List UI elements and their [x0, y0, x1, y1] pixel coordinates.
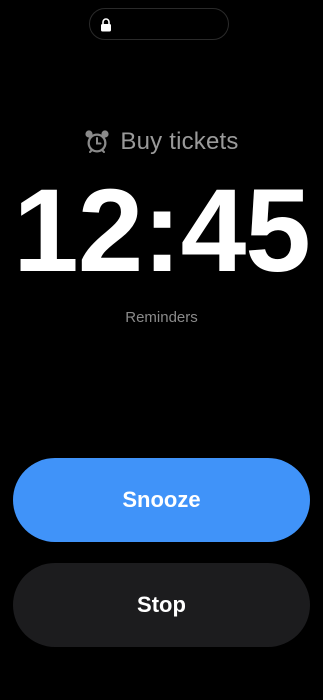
stop-button-label: Stop [137, 592, 186, 617]
alarm-clock-icon [85, 130, 109, 153]
snooze-button-label: Snooze [122, 487, 201, 512]
alarm-title: Buy tickets [120, 128, 239, 155]
alarm-time: 12:45 [13, 165, 311, 297]
dynamic-island [89, 8, 229, 40]
alarm-header: Buy tickets [0, 124, 323, 160]
stop-button[interactable]: Stop [13, 563, 310, 647]
alarm-source-label: Reminders [125, 309, 198, 326]
lock-icon [101, 18, 111, 32]
snooze-button[interactable]: Snooze [13, 458, 310, 542]
